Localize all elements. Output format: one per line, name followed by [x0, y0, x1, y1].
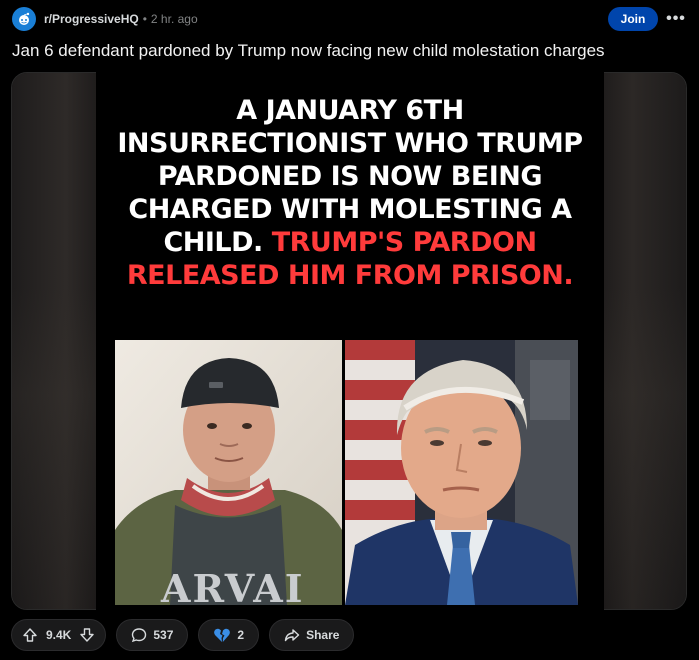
headline-line-5-red: TRUMP'S PARDON	[271, 227, 537, 258]
award-button[interactable]: 2	[198, 619, 260, 651]
reddit-snoo-icon	[19, 12, 30, 25]
defendant-photo: ARVAI	[115, 340, 342, 605]
comment-count: 537	[153, 628, 174, 642]
headline-line-6: RELEASED HIM FROM PRISON.	[126, 260, 574, 291]
post-title[interactable]: Jan 6 defendant pardoned by Trump now fa…	[12, 40, 688, 62]
downvote-icon[interactable]	[79, 627, 95, 643]
subreddit-name[interactable]: r/ProgressiveHQ	[44, 12, 139, 26]
headline-line-3: PARDONED IS NOW BEING	[157, 161, 543, 192]
comments-button[interactable]: 537	[116, 619, 189, 651]
headline-line-2: INSURRECTIONIST WHO TRUMP	[117, 128, 583, 159]
share-button[interactable]: Share	[269, 619, 355, 651]
award-count: 2	[237, 628, 245, 642]
headline-line-4: CHARGED WITH MOLESTING A	[128, 194, 572, 225]
more-options-icon[interactable]: •••	[664, 7, 688, 31]
trump-photo	[345, 340, 578, 605]
headline-line-5-white: CHILD.	[163, 227, 263, 258]
broken-heart-award-icon	[214, 628, 231, 642]
meta-separator: •	[142, 12, 147, 26]
post-action-bar: 9.4K 537 2 Share	[11, 619, 355, 651]
post-image[interactable]: A JANUARY 6TH INSURRECTIONIST WHO TRUMP …	[96, 72, 604, 610]
comment-icon	[132, 628, 147, 643]
share-icon	[284, 629, 300, 642]
vote-control: 9.4K	[11, 619, 107, 651]
post-header: r/ProgressiveHQ • 2 hr. ago Join •••	[12, 6, 688, 32]
headline-line-1: A JANUARY 6TH	[236, 95, 464, 126]
join-button[interactable]: Join	[608, 7, 658, 31]
vote-count: 9.4K	[46, 628, 72, 642]
headline-line-5: CHILD. TRUMP'S PARDON	[96, 226, 604, 259]
share-label: Share	[306, 628, 340, 642]
image-headline: A JANUARY 6TH INSURRECTIONIST WHO TRUMP …	[96, 94, 604, 292]
post-timestamp: 2 hr. ago	[150, 12, 198, 26]
upvote-icon[interactable]	[22, 627, 38, 643]
subreddit-avatar[interactable]	[12, 7, 36, 31]
shirt-text: ARVAI	[160, 566, 305, 605]
